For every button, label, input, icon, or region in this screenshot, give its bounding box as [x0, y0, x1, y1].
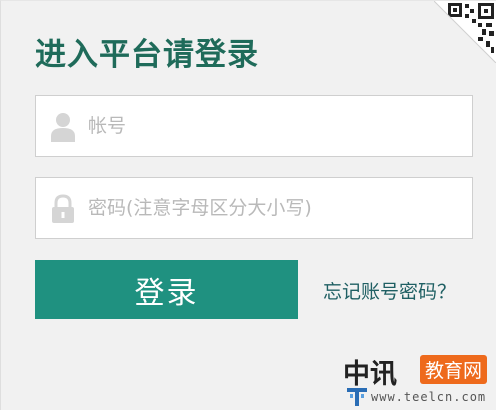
- lock-icon: [50, 194, 76, 224]
- teelcn-logo-icon: [347, 388, 367, 410]
- password-field[interactable]: [35, 177, 473, 239]
- user-icon: [50, 112, 76, 142]
- username-input[interactable]: [88, 96, 458, 156]
- password-input[interactable]: [88, 178, 458, 238]
- username-field[interactable]: [35, 95, 473, 157]
- watermark-badge: 教育网: [420, 355, 488, 384]
- watermark: 中讯 教育网 www.teelcn.com: [343, 352, 493, 408]
- login-button[interactable]: 登录: [35, 260, 298, 319]
- login-panel: 进入平台请登录 登录 忘记账号密码？ 中讯 教育网: [0, 0, 496, 410]
- qr-code-icon[interactable]: [434, 1, 496, 63]
- login-title: 进入平台请登录: [35, 37, 259, 73]
- watermark-url: www.teelcn.com: [371, 390, 487, 404]
- forgot-password-link[interactable]: 忘记账号密码？: [323, 277, 456, 304]
- watermark-brand: 中讯: [343, 359, 397, 390]
